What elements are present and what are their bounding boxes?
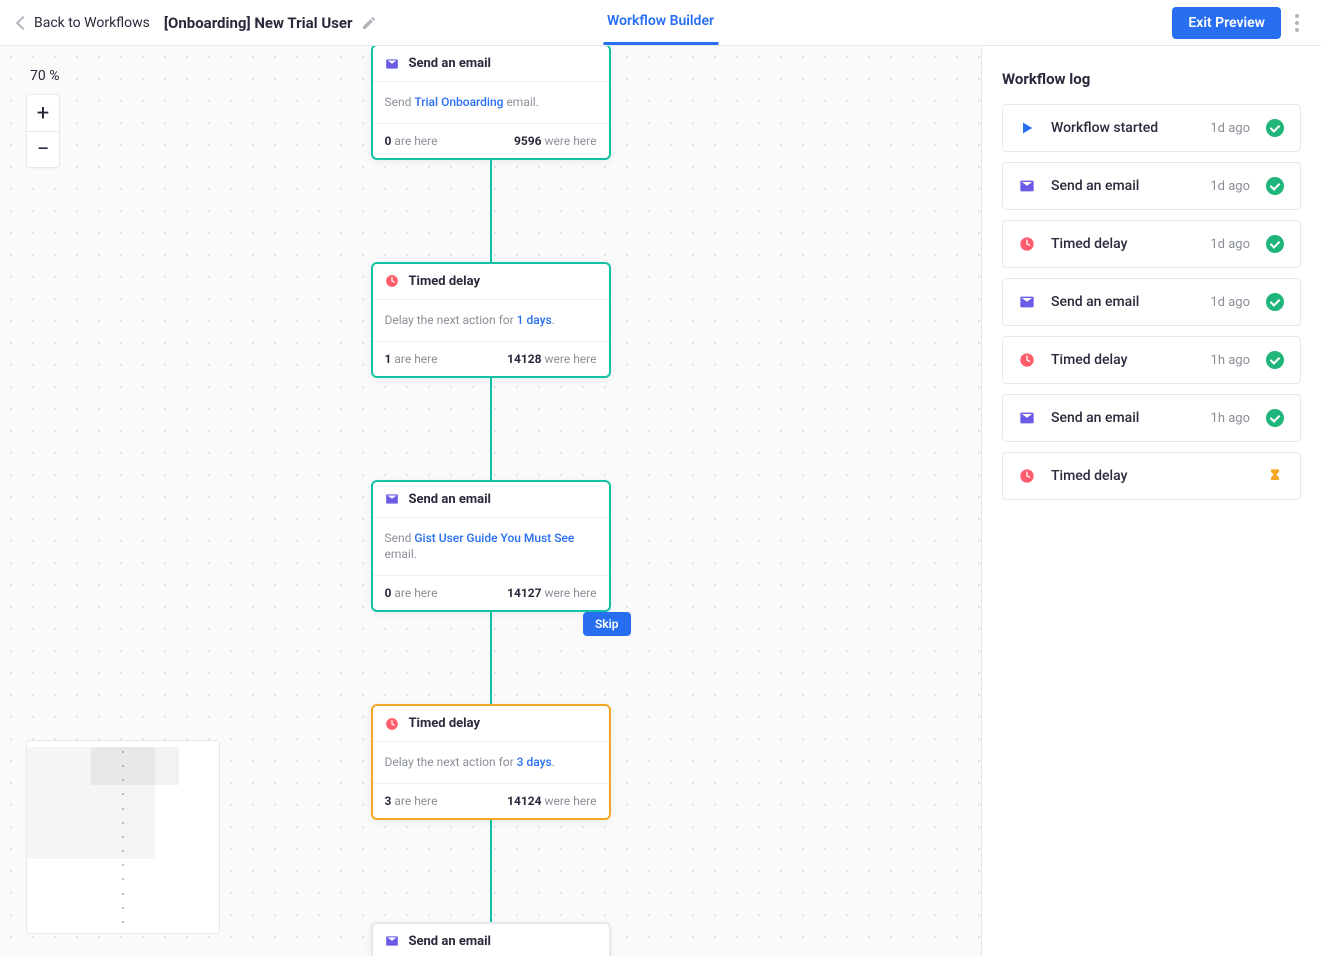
more-menu-button[interactable]: [1291, 10, 1303, 36]
workflow-title: [Onboarding] New Trial User: [164, 14, 377, 32]
workflow-flow: Send an email Send Trial Onboarding emai…: [371, 46, 611, 956]
node-title: Timed delay: [409, 716, 481, 731]
log-item[interactable]: Timed delay: [1002, 452, 1301, 500]
mail-icon: [385, 492, 399, 506]
node-title: Send an email: [409, 56, 491, 71]
log-item[interactable]: Send an email 1h ago: [1002, 394, 1301, 442]
node-footer: 0 are here 14127 were here: [373, 576, 609, 610]
node-body: Send Trial Onboarding email.: [373, 82, 609, 124]
log-item-label: Timed delay: [1051, 236, 1194, 252]
exit-preview-button[interactable]: Exit Preview: [1172, 7, 1281, 39]
check-circle-icon: [1266, 177, 1284, 195]
back-to-workflows[interactable]: Back to Workflows: [18, 15, 150, 31]
mail-icon: [385, 57, 399, 71]
check-circle-icon: [1266, 409, 1284, 427]
log-item-time: 1d ago: [1210, 179, 1250, 194]
zoom-level: 70 %: [30, 68, 59, 84]
email-template-link[interactable]: Gist User Guide You Must See: [414, 531, 574, 545]
check-circle-icon: [1266, 235, 1284, 253]
check-circle-icon: [1266, 293, 1284, 311]
delay-duration-link[interactable]: 1 days: [517, 313, 552, 327]
log-item-label: Send an email: [1051, 178, 1194, 194]
node-body: Delay the next action for 3 days.: [373, 742, 609, 784]
node-timed-delay-current[interactable]: Timed delay Delay the next action for 3 …: [371, 704, 611, 820]
mail-icon: [1019, 178, 1035, 194]
log-item-time: 1d ago: [1210, 121, 1250, 136]
node-footer: 3 are here 14124 were here: [373, 784, 609, 818]
mail-icon: [1019, 294, 1035, 310]
check-circle-icon: [1266, 119, 1284, 137]
back-label: Back to Workflows: [34, 15, 150, 31]
delay-duration-link[interactable]: 3 days: [517, 755, 552, 769]
clock-icon: [1019, 236, 1035, 252]
skip-button[interactable]: Skip: [583, 612, 631, 636]
log-item-label: Timed delay: [1051, 468, 1234, 484]
topbar: Back to Workflows [Onboarding] New Trial…: [0, 0, 1321, 46]
clock-icon: [385, 717, 399, 731]
node-body: Send Gist User Guide You Must See email.: [373, 518, 609, 577]
log-item[interactable]: Timed delay 1h ago: [1002, 336, 1301, 384]
log-item-label: Send an email: [1051, 294, 1194, 310]
mail-icon: [1019, 410, 1035, 426]
minimap[interactable]: [26, 740, 220, 934]
log-item-time: 1d ago: [1210, 237, 1250, 252]
connector-with-skip: Skip: [371, 612, 611, 704]
log-item-label: Timed delay: [1051, 352, 1195, 368]
node-title: Timed delay: [409, 274, 481, 289]
log-item[interactable]: Send an email 1d ago: [1002, 162, 1301, 210]
zoom-controls: + −: [26, 94, 60, 168]
node-send-email-3[interactable]: Send an email: [371, 922, 611, 956]
node-timed-delay-1[interactable]: Timed delay Delay the next action for 1 …: [371, 262, 611, 378]
log-item-label: Send an email: [1051, 410, 1195, 426]
zoom-in-button[interactable]: +: [27, 95, 59, 131]
node-title: Send an email: [409, 934, 491, 949]
node-send-email-1[interactable]: Send an email Send Trial Onboarding emai…: [371, 46, 611, 160]
workflow-canvas[interactable]: 70 % + − Send an email Send Trial Onboar…: [0, 46, 981, 956]
play-icon: [1019, 120, 1035, 136]
log-item-label: Workflow started: [1051, 120, 1194, 136]
tab-workflow-builder[interactable]: Workflow Builder: [603, 0, 718, 45]
node-body: Delay the next action for 1 days.: [373, 300, 609, 342]
log-item-time: 1d ago: [1210, 295, 1250, 310]
edit-title-button[interactable]: [361, 15, 377, 31]
node-send-email-2[interactable]: Send an email Send Gist User Guide You M…: [371, 480, 611, 613]
clock-icon: [1019, 352, 1035, 368]
clock-icon: [1019, 468, 1035, 484]
hourglass-icon: [1266, 467, 1284, 485]
log-item[interactable]: Send an email 1d ago: [1002, 278, 1301, 326]
log-item[interactable]: Workflow started 1d ago: [1002, 104, 1301, 152]
chevron-left-icon: [16, 15, 30, 29]
mail-icon: [385, 934, 399, 948]
clock-icon: [385, 274, 399, 288]
email-template-link[interactable]: Trial Onboarding: [414, 95, 503, 109]
node-footer: 1 are here 14128 were here: [373, 342, 609, 376]
node-title: Send an email: [409, 492, 491, 507]
node-footer: 0 are here 9596 were here: [373, 124, 609, 158]
zoom-out-button[interactable]: −: [27, 131, 59, 167]
log-item-time: 1h ago: [1211, 411, 1250, 426]
log-item[interactable]: Timed delay 1d ago: [1002, 220, 1301, 268]
log-title: Workflow log: [1002, 70, 1301, 88]
check-circle-icon: [1266, 351, 1284, 369]
log-item-time: 1h ago: [1211, 353, 1250, 368]
workflow-log-panel: Workflow log Workflow started1d agoSend …: [981, 46, 1321, 956]
